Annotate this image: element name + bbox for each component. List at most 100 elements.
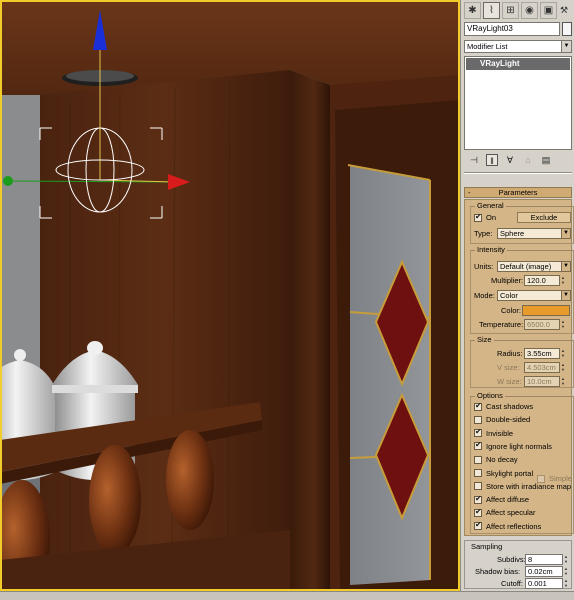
option-checkbox[interactable]: [474, 469, 482, 477]
simple-checkbox[interactable]: [537, 474, 545, 483]
color-row: Color:: [501, 305, 521, 316]
subdivs-spinner[interactable]: 8 ▲ ▼: [525, 554, 568, 565]
units-row: Units:: [474, 261, 493, 272]
spinner-arrows-icon[interactable]: ▲ ▼: [560, 275, 566, 286]
mode-dropdown[interactable]: Color ▼: [497, 290, 571, 301]
type-row: Type:: [474, 228, 492, 239]
mode-row: Mode:: [474, 290, 495, 301]
pin-stack-icon[interactable]: ⊣: [468, 154, 480, 166]
motion-panel-icon[interactable]: ◉: [521, 2, 538, 19]
shadow-bias-spinner[interactable]: 0.02cm ▲ ▼: [525, 566, 568, 577]
exclude-button[interactable]: Exclude: [517, 212, 571, 223]
spinner-arrows-icon[interactable]: ▲ ▼: [563, 578, 569, 589]
shadow-bias-row: Shadow bias:: [475, 566, 520, 577]
vsize-row: V size:: [497, 362, 520, 373]
subdivs-row: Subdivs:: [497, 554, 526, 565]
sampling-title: Sampling: [471, 542, 503, 551]
subdivs-label: Subdivs:: [497, 555, 526, 564]
stack-toolbar: ⊣ ‖ ∀ ⌂ ▤: [464, 153, 572, 167]
cutoff-row: Cutoff:: [501, 578, 523, 589]
vsize-label: V size:: [497, 363, 520, 372]
remove-modifier-icon[interactable]: ⌂: [522, 154, 534, 166]
spinner-arrows-icon[interactable]: ▲ ▼: [563, 554, 569, 565]
option-checkbox[interactable]: [474, 415, 482, 424]
option-checkbox[interactable]: [474, 440, 482, 451]
object-name-field[interactable]: VRayLight03: [464, 22, 560, 36]
wsize-spinner[interactable]: 10.0cm ▲ ▼: [524, 376, 565, 387]
spinner-arrows-icon[interactable]: ▲ ▼: [560, 376, 566, 387]
parameters-rollout: General On Exclude Type: Sphere ▼ Intens…: [464, 199, 574, 536]
parameters-rollout-header[interactable]: - Parameters: [464, 187, 572, 198]
vsize-spinner[interactable]: 4.503cm ▲ ▼: [524, 362, 565, 373]
option-checkbox[interactable]: [474, 427, 482, 438]
option-row: Affect reflections: [474, 520, 542, 532]
vsize-value: 4.503cm: [527, 363, 556, 372]
chevron-down-icon: ▼: [561, 229, 570, 238]
option-row: Skylight portal: [474, 468, 533, 479]
wsize-value: 10.0cm: [527, 377, 552, 386]
option-label: Affect reflections: [486, 521, 542, 531]
spinner-arrows-icon[interactable]: ▲ ▼: [563, 566, 569, 577]
radius-label: Radius:: [497, 349, 523, 358]
collapse-icon: -: [468, 188, 471, 197]
show-end-result-icon[interactable]: ‖: [486, 154, 498, 166]
shadow-bias-label: Shadow bias:: [475, 567, 521, 576]
display-panel-icon[interactable]: ▣: [540, 2, 557, 19]
create-panel-icon[interactable]: ✱: [464, 2, 481, 19]
parameters-title: Parameters: [498, 188, 538, 197]
multiplier-spinner[interactable]: 120.0 ▲ ▼: [524, 275, 565, 286]
perspective-viewport[interactable]: [0, 0, 460, 591]
radius-spinner[interactable]: 3.55cm ▲ ▼: [524, 348, 565, 359]
units-value: Default (image): [500, 262, 552, 271]
spinner-arrows-icon[interactable]: ▲ ▼: [560, 319, 566, 330]
size-group: Size Radius: 3.55cm ▲ ▼ V size: 4.503cm ▲…: [470, 335, 574, 388]
option-checkbox[interactable]: [474, 520, 482, 531]
modifier-list-label: Modifier List: [467, 42, 508, 51]
modify-panel-icon[interactable]: ⌇: [483, 2, 500, 19]
utilities-panel-icon[interactable]: ⚒: [559, 2, 569, 19]
option-row: Affect diffuse: [474, 494, 529, 505]
cutoff-spinner[interactable]: 0.001 ▲ ▼: [525, 578, 568, 589]
intensity-group-title: Intensity: [475, 245, 507, 255]
general-group: General On Exclude Type: Sphere ▼: [470, 201, 574, 244]
scene-render: [0, 0, 460, 591]
status-bar: [0, 591, 574, 600]
option-label: Cast shadows: [486, 402, 534, 411]
option-checkbox[interactable]: [474, 482, 482, 491]
shadow-bias-value: 0.02cm: [528, 567, 553, 576]
spinner-arrows-icon[interactable]: ▲ ▼: [560, 362, 566, 373]
cutoff-value: 0.001: [528, 579, 547, 588]
units-label: Units:: [474, 262, 494, 271]
on-checkbox[interactable]: [474, 212, 482, 222]
modifier-list-dropdown[interactable]: Modifier List ▼: [464, 40, 572, 53]
configure-sets-icon[interactable]: ▤: [540, 154, 552, 166]
object-color-swatch[interactable]: [562, 22, 572, 36]
option-checkbox[interactable]: [474, 401, 482, 411]
wsize-row: W size:: [497, 376, 522, 387]
divider: [464, 172, 572, 174]
make-unique-icon[interactable]: ∀: [504, 154, 516, 166]
size-group-title: Size: [475, 335, 494, 345]
spinner-arrows-icon[interactable]: ▲ ▼: [560, 348, 566, 359]
units-dropdown[interactable]: Default (image) ▼: [497, 261, 571, 272]
option-label: Ignore light normals: [486, 441, 552, 451]
option-checkbox[interactable]: [474, 507, 482, 517]
simple-label: Simple: [549, 474, 572, 483]
color-label: Color:: [501, 306, 522, 315]
option-checkbox[interactable]: [474, 455, 482, 464]
option-row: Cast shadows: [474, 401, 533, 412]
option-label: No decay: [486, 455, 518, 465]
stack-item-vraylight[interactable]: VRayLight: [466, 58, 570, 70]
temperature-label: Temperature:: [479, 320, 524, 329]
multiplier-value: 120.0: [527, 276, 546, 285]
light-color-swatch[interactable]: [522, 305, 570, 316]
hierarchy-panel-icon[interactable]: ⊞: [502, 2, 519, 19]
cutoff-label: Cutoff:: [501, 579, 523, 588]
option-row: Ignore light normals: [474, 440, 552, 452]
temperature-spinner[interactable]: 6500.0 ▲ ▼: [524, 319, 565, 330]
option-checkbox[interactable]: [474, 494, 482, 504]
subdivs-value: 8: [528, 555, 533, 564]
type-dropdown[interactable]: Sphere ▼: [497, 228, 571, 239]
multiplier-row: Multiplier:: [491, 275, 523, 286]
modifier-stack: VRayLight: [464, 56, 572, 150]
